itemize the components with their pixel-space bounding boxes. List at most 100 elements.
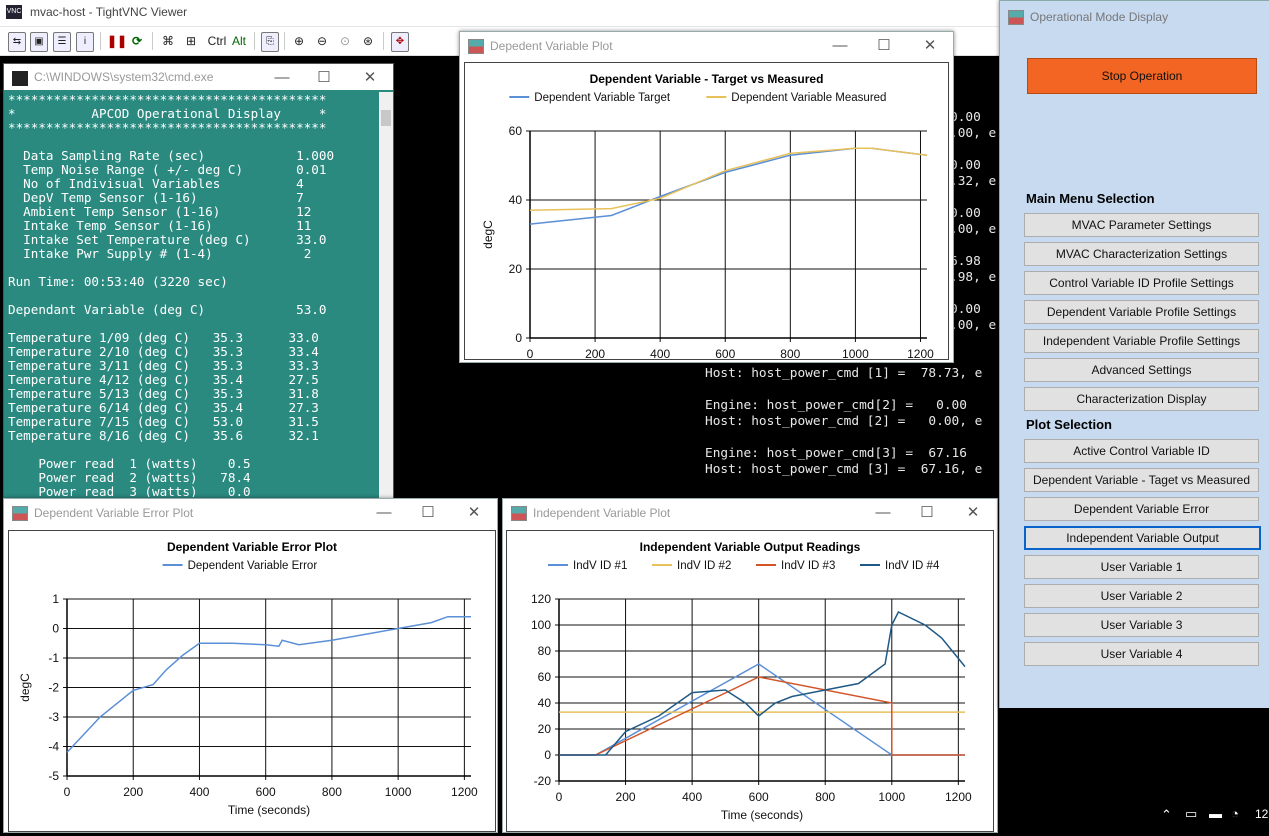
y-tick-label: -2 bbox=[48, 681, 59, 695]
cmd-scrollbar[interactable] bbox=[379, 92, 393, 498]
x-tick-label: 1000 bbox=[842, 347, 869, 359]
x-tick-label: 1200 bbox=[907, 347, 934, 359]
minimize-icon[interactable]: — bbox=[374, 503, 394, 523]
console-line: Host: host_power_cmd [2] = 0.00, e bbox=[705, 414, 983, 429]
wifi-icon[interactable]: ◔ bbox=[1231, 806, 1239, 821]
console-line: Engine: host_power_cmd[2] = 0.00 bbox=[705, 398, 967, 413]
app-icon bbox=[12, 506, 28, 521]
dependent-plot-window: Depedent Variable Plot — ☐ ✕ Dependent V… bbox=[459, 31, 954, 379]
tightvnc-logo-icon: VNC bbox=[6, 5, 22, 19]
error-chart: Dependent Variable Error Plot Dependent V… bbox=[18, 540, 478, 817]
zoom-100-icon[interactable]: ⊙ bbox=[337, 32, 353, 50]
independent-chart: Independent Variable Output Readings IndV… bbox=[531, 540, 972, 822]
cmd-line: Intake Pwr Supply # (1-4) 2 bbox=[8, 246, 312, 261]
opmode-title-bar: Operational Mode Display bbox=[1000, 1, 1269, 31]
ctrl-alt-del-icon[interactable]: ⌘ bbox=[160, 32, 176, 50]
console-line: .00, e bbox=[950, 318, 997, 333]
options-icon[interactable]: ☰ bbox=[53, 32, 71, 52]
zoom-fit-icon[interactable]: ⊛ bbox=[360, 32, 376, 50]
x-tick-label: 200 bbox=[616, 790, 636, 804]
refresh-icon[interactable]: ⟳ bbox=[129, 32, 145, 50]
close-icon[interactable]: ✕ bbox=[360, 68, 380, 88]
opmode-window-title: Operational Mode Display bbox=[1030, 10, 1169, 24]
zoom-in-icon[interactable]: ⊕ bbox=[291, 32, 307, 50]
zoom-out-icon[interactable]: ⊖ bbox=[314, 32, 330, 50]
y-tick-label: 60 bbox=[509, 124, 523, 138]
error-plot-area: Dependent Variable Error Plot Dependent V… bbox=[8, 530, 496, 832]
y-tick-label: 120 bbox=[531, 592, 551, 606]
legend-label: IndV ID #1 bbox=[573, 560, 627, 572]
x-tick-label: 800 bbox=[815, 790, 835, 804]
x-tick-label: 800 bbox=[780, 347, 800, 359]
legend-label: Dependent Variable Error bbox=[188, 560, 318, 572]
console-line: Host: host_power_cmd [3] = 67.16, e bbox=[705, 462, 983, 477]
info-icon[interactable]: i bbox=[76, 32, 94, 52]
main-menu-button[interactable]: MVAC Characterization Settings bbox=[1024, 242, 1259, 266]
main-menu-button[interactable]: Control Variable ID Profile Settings bbox=[1024, 271, 1259, 295]
background-console-right: 0.00.00, e 0.00.32, e 0.00.00, e 6.98.98, e… bbox=[950, 110, 1000, 350]
minimize-icon[interactable]: — bbox=[873, 503, 893, 523]
y-tick-label: 0 bbox=[515, 331, 522, 345]
y-axis-label: degC bbox=[481, 220, 495, 249]
main-menu-button[interactable]: MVAC Parameter Settings bbox=[1024, 213, 1259, 237]
pause-icon[interactable]: ❚❚ bbox=[107, 32, 127, 50]
cmd-line bbox=[8, 289, 378, 303]
y-tick-label: 80 bbox=[538, 644, 552, 658]
plot-menu-button[interactable]: Dependent Variable Error bbox=[1024, 497, 1259, 521]
error-plot-window-title: Dependent Variable Error Plot bbox=[34, 506, 194, 520]
save-icon[interactable]: ▣ bbox=[30, 32, 48, 52]
series-line bbox=[529, 147, 928, 212]
series-line bbox=[529, 147, 928, 225]
x-tick-label: 1000 bbox=[878, 790, 905, 804]
y-tick-label: 0 bbox=[544, 748, 551, 762]
minimize-icon[interactable]: — bbox=[830, 36, 850, 56]
network-icon[interactable]: ▭ bbox=[1185, 806, 1197, 822]
x-tick-label: 600 bbox=[256, 785, 276, 799]
plot-menu-button[interactable]: User Variable 4 bbox=[1024, 642, 1259, 666]
cmd-title-bar: C:\WINDOWS\system32\cmd.exe — ☐ ✕ bbox=[4, 64, 393, 90]
stop-operation-button[interactable]: Stop Operation bbox=[1027, 58, 1257, 94]
new-connection-icon[interactable]: ⇆ bbox=[8, 32, 26, 52]
plot-menu-button[interactable]: Active Control Variable ID bbox=[1024, 439, 1259, 463]
fullscreen-icon[interactable]: ✥ bbox=[391, 32, 409, 52]
x-tick-label: 1200 bbox=[945, 790, 972, 804]
main-menu-button[interactable]: Advanced Settings bbox=[1024, 358, 1259, 382]
dependent-plot-area: Dependent Variable - Target vs Measured D… bbox=[464, 62, 949, 379]
maximize-icon[interactable]: ☐ bbox=[314, 68, 334, 88]
clock-text[interactable]: 12 bbox=[1255, 807, 1268, 821]
chevron-up-icon[interactable]: ⌃ bbox=[1161, 807, 1172, 823]
plot-menu-button[interactable]: User Variable 1 bbox=[1024, 555, 1259, 579]
clipboard-icon[interactable]: ⎘ bbox=[261, 32, 279, 52]
plot-menu-button[interactable]: User Variable 3 bbox=[1024, 613, 1259, 637]
battery-icon[interactable]: ▬ bbox=[1209, 806, 1222, 821]
cmd-line: Temperature 4/12 (deg C) 35.4 27.5 bbox=[8, 372, 319, 387]
close-icon[interactable]: ✕ bbox=[464, 503, 484, 523]
alt-key-button[interactable]: Alt bbox=[230, 32, 248, 50]
dependent-plot-title-bar: Depedent Variable Plot — ☐ ✕ bbox=[460, 32, 953, 60]
cmd-line bbox=[8, 443, 378, 457]
cmd-line: Dependant Variable (deg C) 53.0 bbox=[8, 302, 327, 317]
minimize-icon[interactable]: — bbox=[272, 68, 292, 88]
maximize-icon[interactable]: ☐ bbox=[418, 503, 438, 523]
cmd-line: Run Time: 00:53:40 (3220 sec) bbox=[8, 274, 228, 289]
ctrl-key-button[interactable]: Ctrl bbox=[206, 32, 228, 50]
plot-menu-button[interactable]: Dependent Variable - Taget vs Measured bbox=[1024, 468, 1259, 492]
maximize-icon[interactable]: ☐ bbox=[874, 36, 894, 56]
maximize-icon[interactable]: ☐ bbox=[917, 503, 937, 523]
plot-menu-button[interactable]: Independent Variable Output bbox=[1024, 526, 1261, 550]
main-menu-button[interactable]: Characterization Display bbox=[1024, 387, 1259, 411]
x-tick-label: 0 bbox=[527, 347, 534, 359]
close-icon[interactable]: ✕ bbox=[920, 36, 940, 56]
x-tick-label: 600 bbox=[749, 790, 769, 804]
win-key-icon[interactable]: ⊞ bbox=[183, 32, 199, 50]
cmd-line: Temp Noise Range ( +/- deg C) 0.01 bbox=[8, 162, 327, 177]
cmd-line: Temperature 8/16 (deg C) 35.6 32.1 bbox=[8, 428, 319, 443]
chart-title: Dependent Variable Error Plot bbox=[167, 540, 337, 554]
close-icon[interactable]: ✕ bbox=[963, 503, 983, 523]
dependent-variable-chart: Dependent Variable - Target vs Measured D… bbox=[481, 72, 934, 379]
plot-menu-button[interactable]: User Variable 2 bbox=[1024, 584, 1259, 608]
main-menu-button[interactable]: Independent Variable Profile Settings bbox=[1024, 329, 1259, 353]
main-menu-button[interactable]: Dependent Variable Profile Settings bbox=[1024, 300, 1259, 324]
